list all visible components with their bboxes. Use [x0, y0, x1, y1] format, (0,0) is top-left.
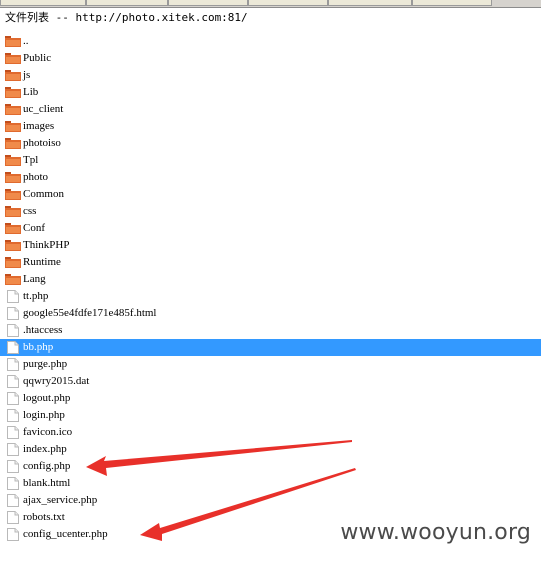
- annotation-arrows: [86, 440, 356, 541]
- watermark: www.wooyun.org: [340, 520, 531, 545]
- arrow-to-config-ucenter-php: [140, 468, 356, 541]
- arrow-to-config-php: [86, 440, 352, 476]
